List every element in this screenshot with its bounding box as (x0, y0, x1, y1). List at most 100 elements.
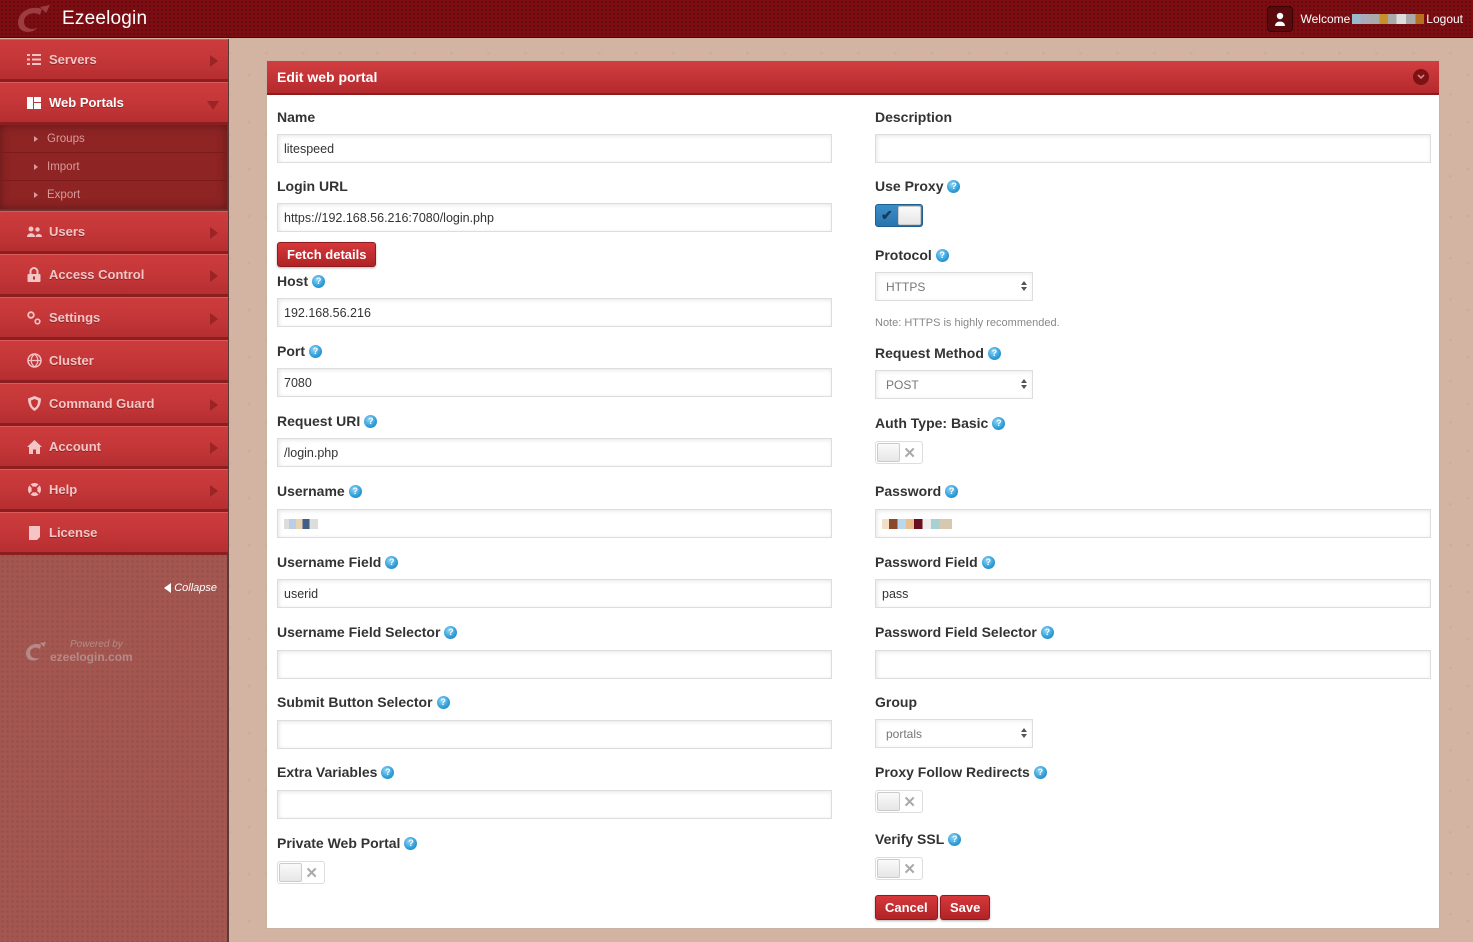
login-url-input[interactable] (277, 203, 832, 232)
username-field-selector-label: Username Field Selector? (277, 624, 458, 640)
description-input[interactable] (875, 134, 1431, 163)
user-area: Welcome Logout (1266, 5, 1463, 33)
submit-button-selector-label: Submit Button Selector? (277, 694, 450, 710)
sidebar-item-label: Help (49, 482, 78, 497)
use-proxy-toggle[interactable]: ✔ (875, 204, 923, 227)
sidebar-item-access-control[interactable]: Access Control (0, 254, 228, 297)
password-label: Password? (875, 483, 959, 499)
submenu-item-label: Export (47, 189, 81, 201)
group-selected-value: portals (886, 727, 923, 741)
extra-variables-label: Extra Variables? (277, 764, 395, 780)
save-button[interactable]: Save (940, 895, 991, 920)
user-avatar-icon[interactable] (1266, 6, 1293, 32)
protocol-note: Note: HTTPS is highly recommended. (875, 317, 1060, 329)
x-icon: ✕ (903, 861, 916, 878)
username-label: Username? (277, 483, 362, 499)
powered-by-logo: Powered by ezeelogin.com (24, 637, 134, 667)
password-input[interactable] (875, 509, 1431, 538)
group-select[interactable]: portals (875, 719, 1033, 748)
help-icon[interactable]: ? (981, 555, 995, 569)
password-field-label: Password Field? (875, 554, 995, 570)
host-input[interactable] (277, 298, 832, 327)
sidebar-item-settings[interactable]: Settings (0, 297, 228, 340)
sidebar-item-command-guard[interactable]: Command Guard (0, 383, 228, 426)
toggle-knob (877, 443, 900, 462)
sidebar-item-users[interactable]: Users (0, 211, 228, 254)
submenu-item-groups[interactable]: Groups (0, 125, 227, 153)
edit-web-portal-panel: Edit web portal Name Login URL Fetch det… (266, 60, 1440, 929)
name-input[interactable] (277, 134, 832, 163)
help-icon[interactable]: ? (1033, 765, 1047, 779)
logout-link[interactable]: Logout (1426, 12, 1463, 26)
globe-icon (26, 353, 42, 369)
sidebar-item-web-portals[interactable]: Web Portals (0, 82, 228, 125)
toggle-knob (877, 859, 900, 878)
submenu-item-export[interactable]: Export (0, 181, 227, 209)
password-field-selector-input[interactable] (875, 650, 1431, 679)
submit-button-selector-input[interactable] (277, 720, 832, 749)
chevron-down-icon (207, 101, 219, 110)
select-arrows-icon (1021, 281, 1027, 293)
username-field-input[interactable] (277, 579, 832, 608)
request-uri-label: Request URI? (277, 413, 378, 429)
request-method-select[interactable]: POST (875, 370, 1033, 399)
protocol-select[interactable]: HTTPS (875, 272, 1033, 301)
users-icon (26, 224, 42, 240)
protocol-selected-value: HTTPS (886, 280, 926, 294)
chevron-right-icon (210, 485, 218, 497)
sidebar-item-help[interactable]: Help (0, 469, 228, 512)
host-label: Host? (277, 273, 326, 289)
auth-type-basic-toggle[interactable]: ✕ (875, 441, 923, 464)
sidebar-item-label: Account (49, 439, 101, 454)
submenu-item-import[interactable]: Import (0, 153, 227, 181)
extra-variables-input[interactable] (277, 790, 832, 819)
list-icon (26, 52, 42, 68)
panel-collapse-toggle[interactable] (1413, 69, 1429, 85)
collapse-sidebar-link[interactable]: Collapse (164, 582, 217, 594)
sidebar-item-label: Command Guard (49, 396, 155, 411)
sidebar-item-cluster[interactable]: Cluster (0, 340, 228, 383)
chevron-right-icon (210, 399, 218, 411)
username-field-selector-input[interactable] (277, 650, 832, 679)
chevron-right-icon (210, 313, 218, 325)
proxy-follow-redirects-toggle[interactable]: ✕ (875, 790, 923, 813)
help-icon[interactable]: ? (945, 484, 959, 498)
sidebar-item-servers[interactable]: Servers (0, 39, 228, 82)
cancel-button[interactable]: Cancel (875, 895, 938, 920)
auth-type-basic-label: Auth Type: Basic? (875, 415, 1006, 431)
help-icon[interactable]: ? (385, 555, 399, 569)
help-icon[interactable]: ? (381, 765, 395, 779)
help-icon[interactable]: ? (1040, 625, 1054, 639)
sidebar-item-label: Cluster (49, 353, 94, 368)
help-icon[interactable]: ? (364, 414, 378, 428)
sidebar-item-label: Access Control (49, 267, 145, 282)
sidebar-item-label: Settings (49, 310, 101, 325)
verify-ssl-label: Verify SSL? (875, 831, 962, 847)
fetch-details-button[interactable]: Fetch details (277, 242, 377, 267)
bullet-icon (34, 135, 38, 142)
help-icon[interactable]: ? (348, 484, 362, 498)
help-icon[interactable]: ? (309, 344, 322, 358)
verify-ssl-toggle[interactable]: ✕ (875, 857, 923, 880)
request-uri-input[interactable] (277, 438, 832, 467)
powered-by-text: Powered by (70, 639, 123, 650)
ezeelogin-logo-icon (26, 642, 46, 661)
port-input[interactable] (277, 368, 832, 397)
password-field-input[interactable] (875, 579, 1431, 608)
sidebar-item-license[interactable]: License (0, 512, 228, 555)
help-icon[interactable]: ? (987, 346, 1001, 360)
bullet-icon (34, 192, 38, 198)
private-web-portal-toggle[interactable]: ✕ (277, 861, 325, 884)
help-icon[interactable]: ? (312, 274, 326, 288)
help-icon[interactable]: ? (404, 836, 418, 850)
help-icon[interactable]: ? (436, 695, 450, 709)
sidebar-item-account[interactable]: Account (0, 426, 228, 469)
ezeelogin-logo-icon (18, 5, 50, 32)
username-input[interactable] (277, 509, 832, 538)
help-icon[interactable]: ? (992, 416, 1006, 430)
protocol-label: Protocol? (875, 247, 949, 263)
help-icon[interactable]: ? (444, 625, 458, 639)
help-icon[interactable]: ? (935, 248, 949, 262)
help-icon[interactable]: ? (948, 832, 962, 846)
help-icon[interactable]: ? (947, 179, 961, 193)
